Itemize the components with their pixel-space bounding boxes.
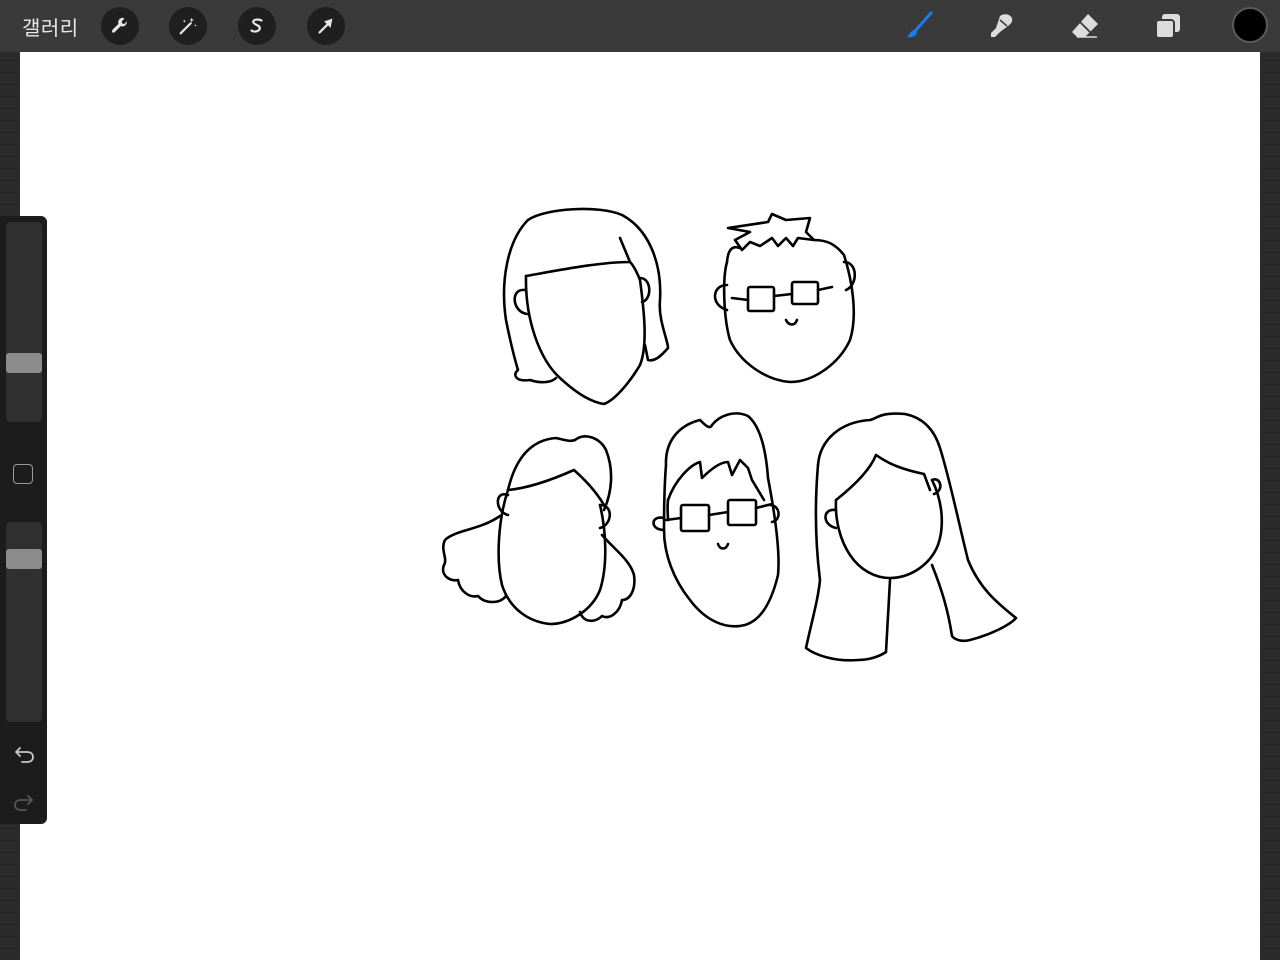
modify-button[interactable] [13,464,33,484]
magic-wand-icon [179,17,197,35]
brush-tool-button[interactable] [902,8,938,44]
undo-button[interactable] [10,740,38,768]
opacity-slider[interactable] [6,522,42,722]
selection-button[interactable] [238,7,276,45]
face-sketch [502,207,670,406]
redo-button[interactable] [10,788,38,816]
face-sketch [804,412,1018,662]
eraser-icon [1072,14,1098,38]
opacity-thumb[interactable] [6,549,42,569]
adjustments-button[interactable] [169,7,207,45]
layers-button[interactable] [1150,8,1186,44]
gallery-button[interactable]: 갤러리 [22,12,79,41]
redo-icon [14,795,33,811]
layers-icon [1155,14,1180,39]
actions-button[interactable] [101,7,139,45]
brush-size-slider[interactable] [6,222,42,422]
arrow-cursor-icon [318,18,333,34]
face-sketch [441,435,636,626]
wrench-icon [111,17,127,33]
drawing-canvas[interactable] [20,52,1260,960]
undo-icon [15,747,34,763]
side-panel [0,216,47,824]
smudge-tool-button[interactable] [984,8,1020,44]
color-picker-button[interactable] [1232,7,1268,43]
face-sketch [652,412,780,628]
eraser-tool-button[interactable] [1067,8,1103,44]
brush-size-thumb[interactable] [6,353,42,374]
selection-s-icon [250,18,263,33]
face-sketch [713,212,857,384]
transform-button[interactable] [307,7,345,45]
top-toolbar: 갤러리 [0,0,1280,52]
sketch-drawing [441,207,1018,662]
smudge-icon [991,14,1013,37]
brush-icon [907,11,933,38]
